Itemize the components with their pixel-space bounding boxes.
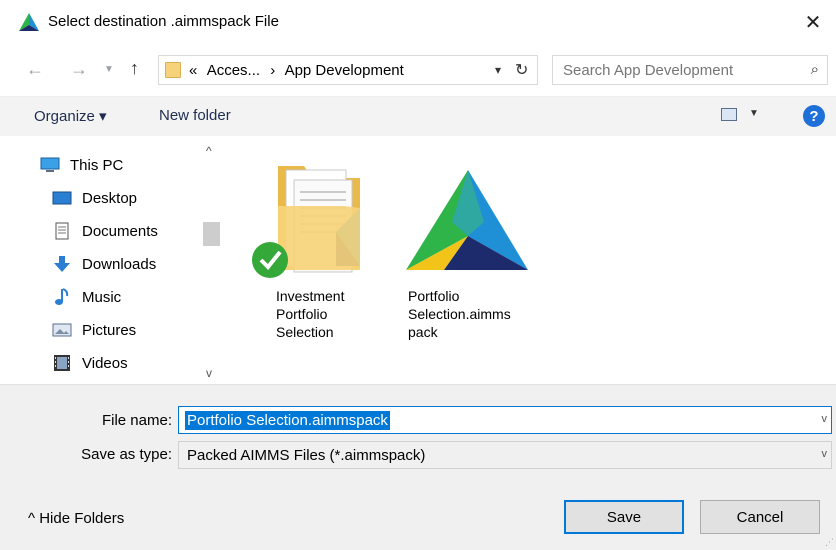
list-item-aimmspack[interactable]: Portfolio Selection.aimms pack	[404, 148, 534, 341]
scroll-down-icon[interactable]: v	[206, 366, 212, 380]
title-bar: Select destination .aimmspack File ✕	[0, 0, 836, 44]
search-icon[interactable]: ⌕	[811, 61, 819, 78]
save-type-dropdown-icon[interactable]: v	[822, 448, 828, 460]
sidebar-item-label: Music	[82, 288, 122, 306]
breadcrumb-item-app-development[interactable]: App Development	[285, 62, 404, 79]
close-button[interactable]: ✕	[790, 0, 836, 44]
aimms-package-icon	[406, 170, 528, 270]
file-list: Investment Portfolio Selection Portfolio…	[222, 138, 836, 384]
sidebar-item-label: Documents	[82, 222, 158, 240]
scrollbar-thumb[interactable]	[203, 222, 220, 246]
videos-icon	[54, 355, 70, 371]
pictures-icon	[52, 323, 72, 337]
file-label: Portfolio Selection.aimms pack	[408, 288, 511, 340]
sidebar-item-label: Pictures	[82, 321, 137, 339]
search-box[interactable]: Search App Development ⌕	[552, 55, 828, 85]
sidebar-item-pictures[interactable]: Pictures	[52, 317, 136, 343]
sidebar-item-documents[interactable]: Documents	[52, 218, 158, 244]
save-type-label: Save as type:	[81, 446, 172, 463]
file-name-field[interactable]: Portfolio Selection.aimmspack v	[178, 406, 832, 434]
up-button[interactable]: ↑	[130, 58, 139, 79]
address-bar[interactable]: « Acces... › App Development ▾ ↻	[158, 55, 538, 85]
sidebar-item-downloads[interactable]: Downloads	[52, 251, 156, 277]
scroll-up-icon[interactable]: ^	[206, 144, 212, 158]
breadcrumb-overflow[interactable]: «	[189, 62, 197, 79]
sidebar-item-this-pc[interactable]: This PC	[40, 152, 123, 178]
address-dropdown-icon[interactable]: ▾	[495, 63, 501, 77]
sidebar-item-music[interactable]: Music	[52, 284, 121, 310]
forward-button[interactable]: →	[70, 59, 88, 80]
sidebar-item-label: Downloads	[82, 255, 157, 273]
search-input[interactable]: Search App Development	[563, 62, 733, 79]
save-type-value: Packed AIMMS Files (*.aimmspack)	[187, 447, 426, 464]
change-view-icon[interactable]	[721, 108, 737, 121]
window-title: Select destination .aimmspack File	[48, 13, 279, 30]
save-button[interactable]: Save	[564, 500, 684, 534]
aimms-app-icon	[19, 13, 39, 31]
recent-locations-dropdown[interactable]: ▼	[104, 64, 114, 75]
sidebar-item-videos[interactable]: Videos	[52, 350, 128, 376]
help-icon[interactable]: ?	[803, 105, 825, 127]
cancel-button[interactable]: Cancel	[700, 500, 820, 534]
music-icon	[55, 288, 69, 305]
hide-folders-button[interactable]: ^ Hide Folders	[28, 510, 124, 527]
view-options-dropdown[interactable]: ▼	[749, 108, 759, 119]
breadcrumb-item-access[interactable]: Acces...	[207, 62, 260, 79]
new-folder-button[interactable]: New folder	[159, 107, 231, 124]
save-type-select[interactable]: Packed AIMMS Files (*.aimmspack) v	[178, 441, 832, 469]
desktop-icon	[52, 191, 72, 205]
navigation-pane: This PC Desktop Documents Downloads Musi…	[0, 138, 222, 384]
sidebar-item-desktop[interactable]: Desktop	[52, 185, 137, 211]
list-item-folder[interactable]: Investment Portfolio Selection	[252, 148, 382, 341]
file-name-input[interactable]: Portfolio Selection.aimmspack	[185, 411, 390, 430]
file-label: Investment Portfolio Selection	[276, 288, 345, 340]
command-toolbar: Organize ▾ New folder ▼ ?	[0, 96, 836, 136]
sidebar-item-label: Desktop	[82, 189, 138, 207]
refresh-icon[interactable]: ↻	[515, 60, 528, 80]
downloads-icon	[54, 256, 70, 272]
breadcrumb-separator[interactable]: ›	[270, 62, 275, 79]
file-name-dropdown-icon[interactable]: v	[822, 413, 828, 425]
navigation-scrollbar[interactable]: ^ v	[201, 138, 222, 384]
file-name-label: File name:	[101, 412, 172, 429]
back-button[interactable]: ←	[26, 59, 44, 80]
folder-icon	[165, 62, 181, 78]
organize-menu-button[interactable]: Organize ▾	[34, 107, 107, 125]
folder-icon	[252, 166, 360, 278]
sidebar-item-label: Videos	[82, 354, 128, 372]
resize-grip-icon[interactable]: ⋰	[825, 537, 834, 548]
breadcrumb[interactable]: « Acces... › App Development	[189, 62, 410, 79]
sidebar-item-label: This PC	[70, 156, 124, 174]
pc-icon	[40, 157, 60, 172]
documents-icon	[55, 222, 69, 240]
